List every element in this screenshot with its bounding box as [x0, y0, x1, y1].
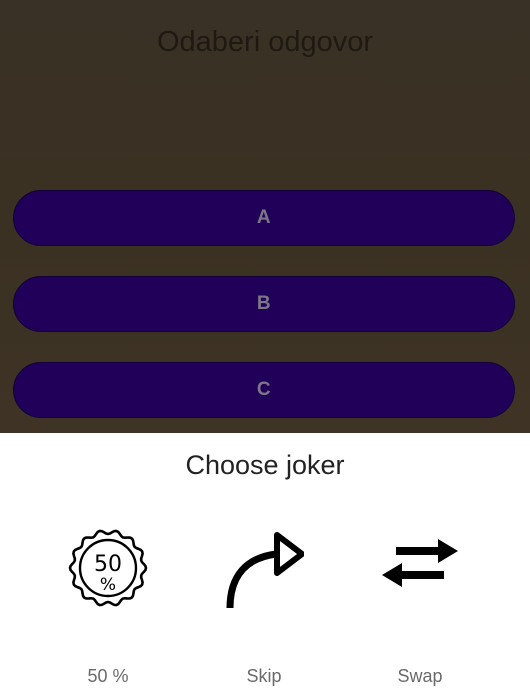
sheet-title: Choose joker — [185, 450, 345, 480]
badge-number: 50 — [94, 552, 122, 577]
joker-bottom-sheet: Choose joker 50 % 50 % Skip Swap — [0, 433, 530, 699]
joker-swap[interactable]: Swap — [360, 528, 480, 696]
badge-percent: % — [100, 575, 116, 595]
joker-fifty-percent[interactable]: 50 % 50 % — [48, 528, 168, 696]
joker-label-fifty: 50 % — [87, 666, 129, 686]
joker-label-swap: Swap — [397, 666, 443, 686]
answer-button-b[interactable]: B — [13, 276, 515, 332]
joker-label-skip: Skip — [246, 666, 282, 686]
question-title: Odaberi odgovor — [156, 26, 374, 58]
dimmed-quiz-screen: Odaberi odgovor A B C — [0, 0, 530, 433]
fifty-percent-badge-icon: 50 % — [68, 529, 148, 607]
answer-button-c[interactable]: C — [13, 362, 515, 418]
skip-arrow-icon — [226, 532, 304, 608]
swap-arrows-icon — [382, 539, 458, 587]
answer-button-a[interactable]: A — [13, 190, 515, 246]
joker-skip[interactable]: Skip — [204, 528, 324, 696]
